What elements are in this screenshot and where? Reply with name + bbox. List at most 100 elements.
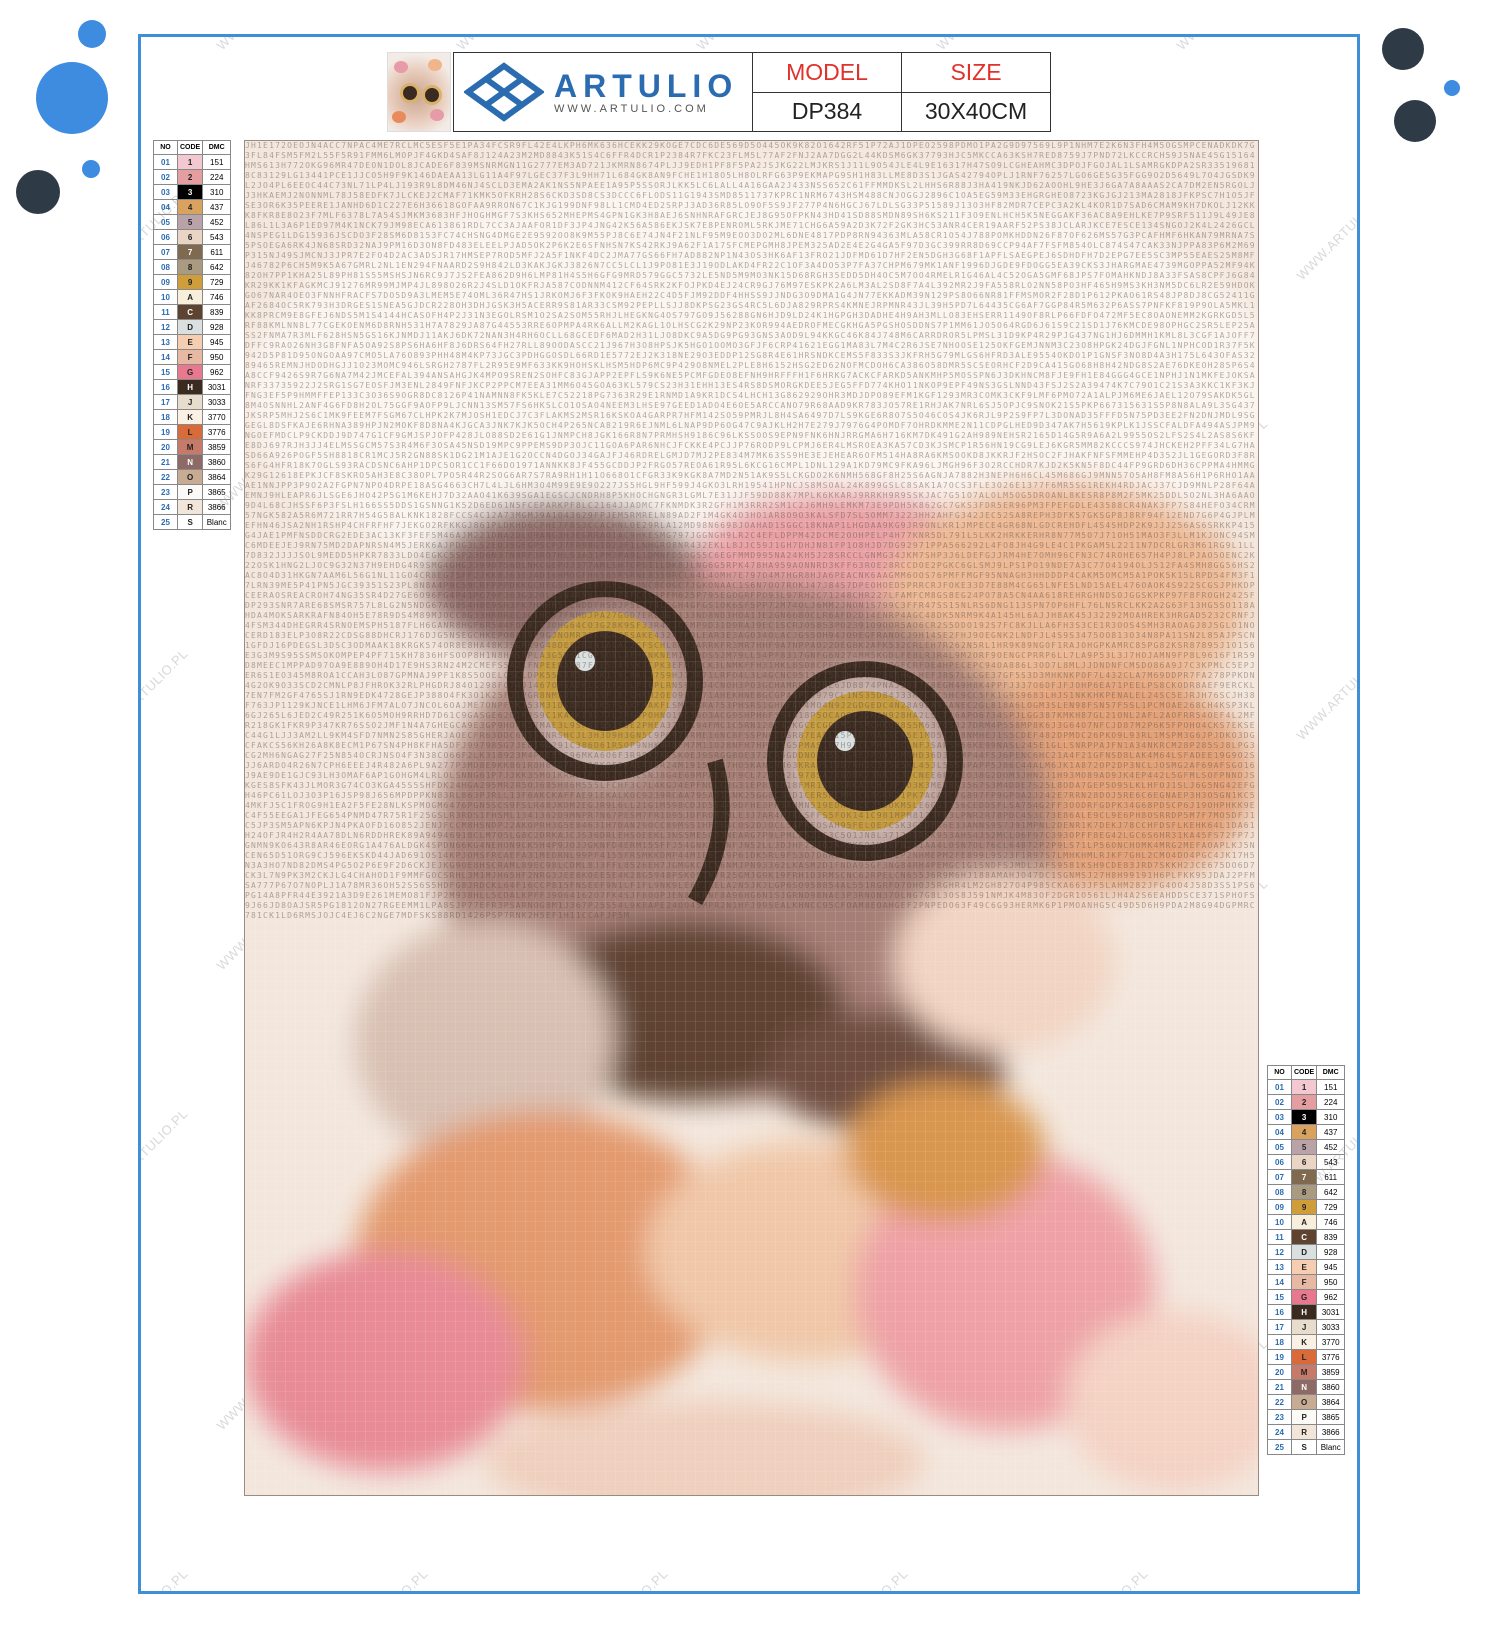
decor-dot [82,160,100,178]
legend-symbol: L [1290,1349,1318,1365]
decor-dot [1394,100,1436,142]
legend-dmc: 729 [202,274,232,290]
legend-no: 25 [153,514,178,530]
legend-dmc: 3866 [202,499,232,515]
legend-no: 06 [1267,1154,1292,1170]
legend-dmc: 962 [202,364,232,380]
legend-header-code: CODE [1290,1065,1318,1080]
legend-dmc: 437 [202,199,232,215]
legend-symbol: P [176,484,204,500]
legend-dmc: 3770 [202,409,232,425]
product-header: ARTULIO WWW.ARTULIO.COM MODEL DP384 SIZE… [453,52,1051,132]
legend-dmc: 3031 [202,379,232,395]
legend-row: 17 J 3033 [153,394,232,410]
legend-symbol: 8 [1290,1184,1318,1200]
legend-dmc: 3865 [202,484,232,500]
watermark: WWW.ARTULIO.PL [1293,185,1360,284]
watermark: WWW.ARTULIO.PL [454,37,551,53]
legend-no: 07 [153,244,178,260]
legend-row: 09 9 729 [153,274,232,290]
legend-symbol: M [1290,1364,1318,1380]
diamond-pattern-grid: JH1E172OEOJN4ACC7NPAC4ME7RCLMC5ESF5E1PA3… [244,140,1259,1496]
legend-dmc: 928 [202,319,232,335]
legend-symbol: 5 [176,214,204,230]
legend-no: 04 [153,199,178,215]
legend-dmc: 3864 [202,469,232,485]
legend-dmc: 642 [1316,1184,1346,1200]
legend-row: 11 C 839 [1267,1229,1346,1245]
legend-row: 02 2 224 [1267,1094,1346,1110]
legend-no: 24 [1267,1424,1292,1440]
legend-row: 07 7 611 [153,244,232,260]
legend-symbol: S [176,514,204,530]
legend-symbol: E [1290,1259,1318,1275]
legend-dmc: 224 [202,169,232,185]
legend-dmc: 3865 [1316,1409,1346,1425]
legend-header-no: NO [1267,1065,1292,1080]
decor-dot [1444,80,1460,96]
legend-no: 01 [153,154,178,170]
legend-dmc: 3776 [202,424,232,440]
legend-no: 16 [153,379,178,395]
legend-no: 25 [1267,1439,1292,1455]
legend-dmc: 611 [202,244,232,260]
brand-name: ARTULIO [554,68,739,104]
legend-dmc: 3860 [1316,1379,1346,1395]
legend-symbol: 5 [1290,1139,1318,1155]
legend-no: 08 [153,259,178,275]
legend-no: 19 [1267,1349,1292,1365]
legend-no: 01 [1267,1079,1292,1095]
legend-no: 14 [153,349,178,365]
legend-symbol: 3 [176,184,204,200]
watermark: WWW.ARTULIO.PL [694,37,791,53]
watermark: WWW.ARTULIO.PL [138,645,191,744]
legend-symbol: F [1290,1274,1318,1290]
legend-symbol: 7 [176,244,204,260]
legend-symbol: O [176,469,204,485]
legend-symbol: C [176,304,204,320]
legend-row: 24 R 3866 [153,499,232,515]
legend-no: 06 [153,229,178,245]
legend-no: 23 [153,484,178,500]
legend-dmc: 839 [202,304,232,320]
legend-row: 01 1 151 [153,154,232,170]
legend-dmc: 729 [1316,1199,1346,1215]
legend-symbol: 4 [176,199,204,215]
legend-row: 11 C 839 [153,304,232,320]
legend-symbol: E [176,334,204,350]
legend-dmc: 3770 [1316,1334,1346,1350]
legend-row: 17 J 3033 [1267,1319,1346,1335]
legend-dmc: Blanc [202,514,232,530]
legend-row: 25 S Blanc [153,514,232,530]
legend-symbol: R [1290,1424,1318,1440]
watermark: WWW.ARTULIO.PL [1293,645,1360,744]
legend-no: 05 [153,214,178,230]
legend-no: 16 [1267,1304,1292,1320]
legend-symbol: H [1290,1304,1318,1320]
legend-dmc: 3776 [1316,1349,1346,1365]
legend-symbol: 4 [1290,1124,1318,1140]
legend-dmc: 543 [202,229,232,245]
legend-header-no: NO [153,140,178,155]
brand-url: WWW.ARTULIO.COM [554,103,709,115]
legend-no: 14 [1267,1274,1292,1290]
artulio-logo-icon [464,62,544,122]
legend-row: 05 5 452 [1267,1139,1346,1155]
watermark: WWW.ARTULIO.PL [1294,1566,1357,1591]
legend-row: 15 G 962 [1267,1289,1346,1305]
legend-dmc: 151 [202,154,232,170]
legend-row: 25 S Blanc [1267,1439,1346,1455]
legend-no: 04 [1267,1124,1292,1140]
legend-row: 01 1 151 [1267,1079,1346,1095]
legend-row: 10 A 746 [1267,1214,1346,1230]
legend-dmc: 611 [1316,1169,1346,1185]
legend-no: 20 [1267,1364,1292,1380]
legend-dmc: 310 [1316,1109,1346,1125]
legend-dmc: 452 [1316,1139,1346,1155]
legend-no: 12 [153,319,178,335]
legend-no: 02 [153,169,178,185]
legend-no: 12 [1267,1244,1292,1260]
legend-dmc: 945 [1316,1259,1346,1275]
legend-symbol: G [176,364,204,380]
size-label: SIZE [902,53,1050,93]
